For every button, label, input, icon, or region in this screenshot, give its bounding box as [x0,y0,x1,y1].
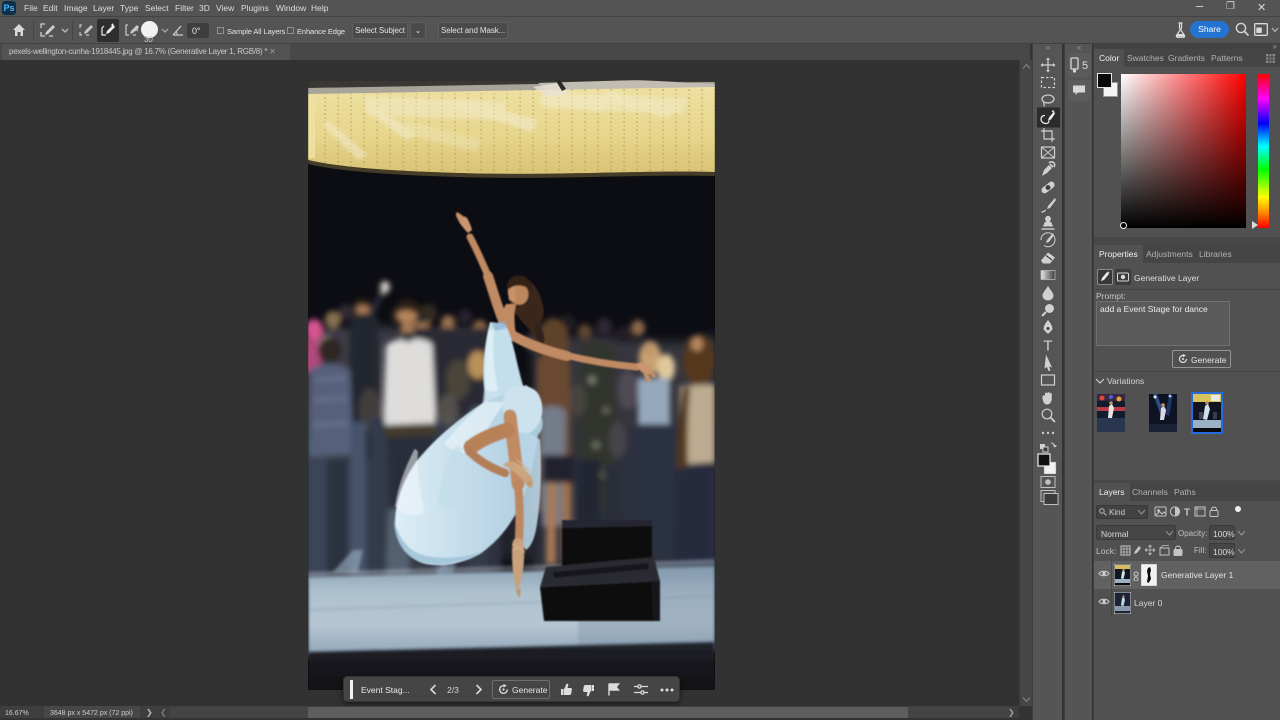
svg-text:T: T [1043,338,1052,355]
svg-text:«: « [1046,44,1051,52]
svg-text:5: 5 [1082,60,1088,72]
svg-text:T: T [1184,508,1190,519]
svg-text:«: « [1077,44,1082,52]
